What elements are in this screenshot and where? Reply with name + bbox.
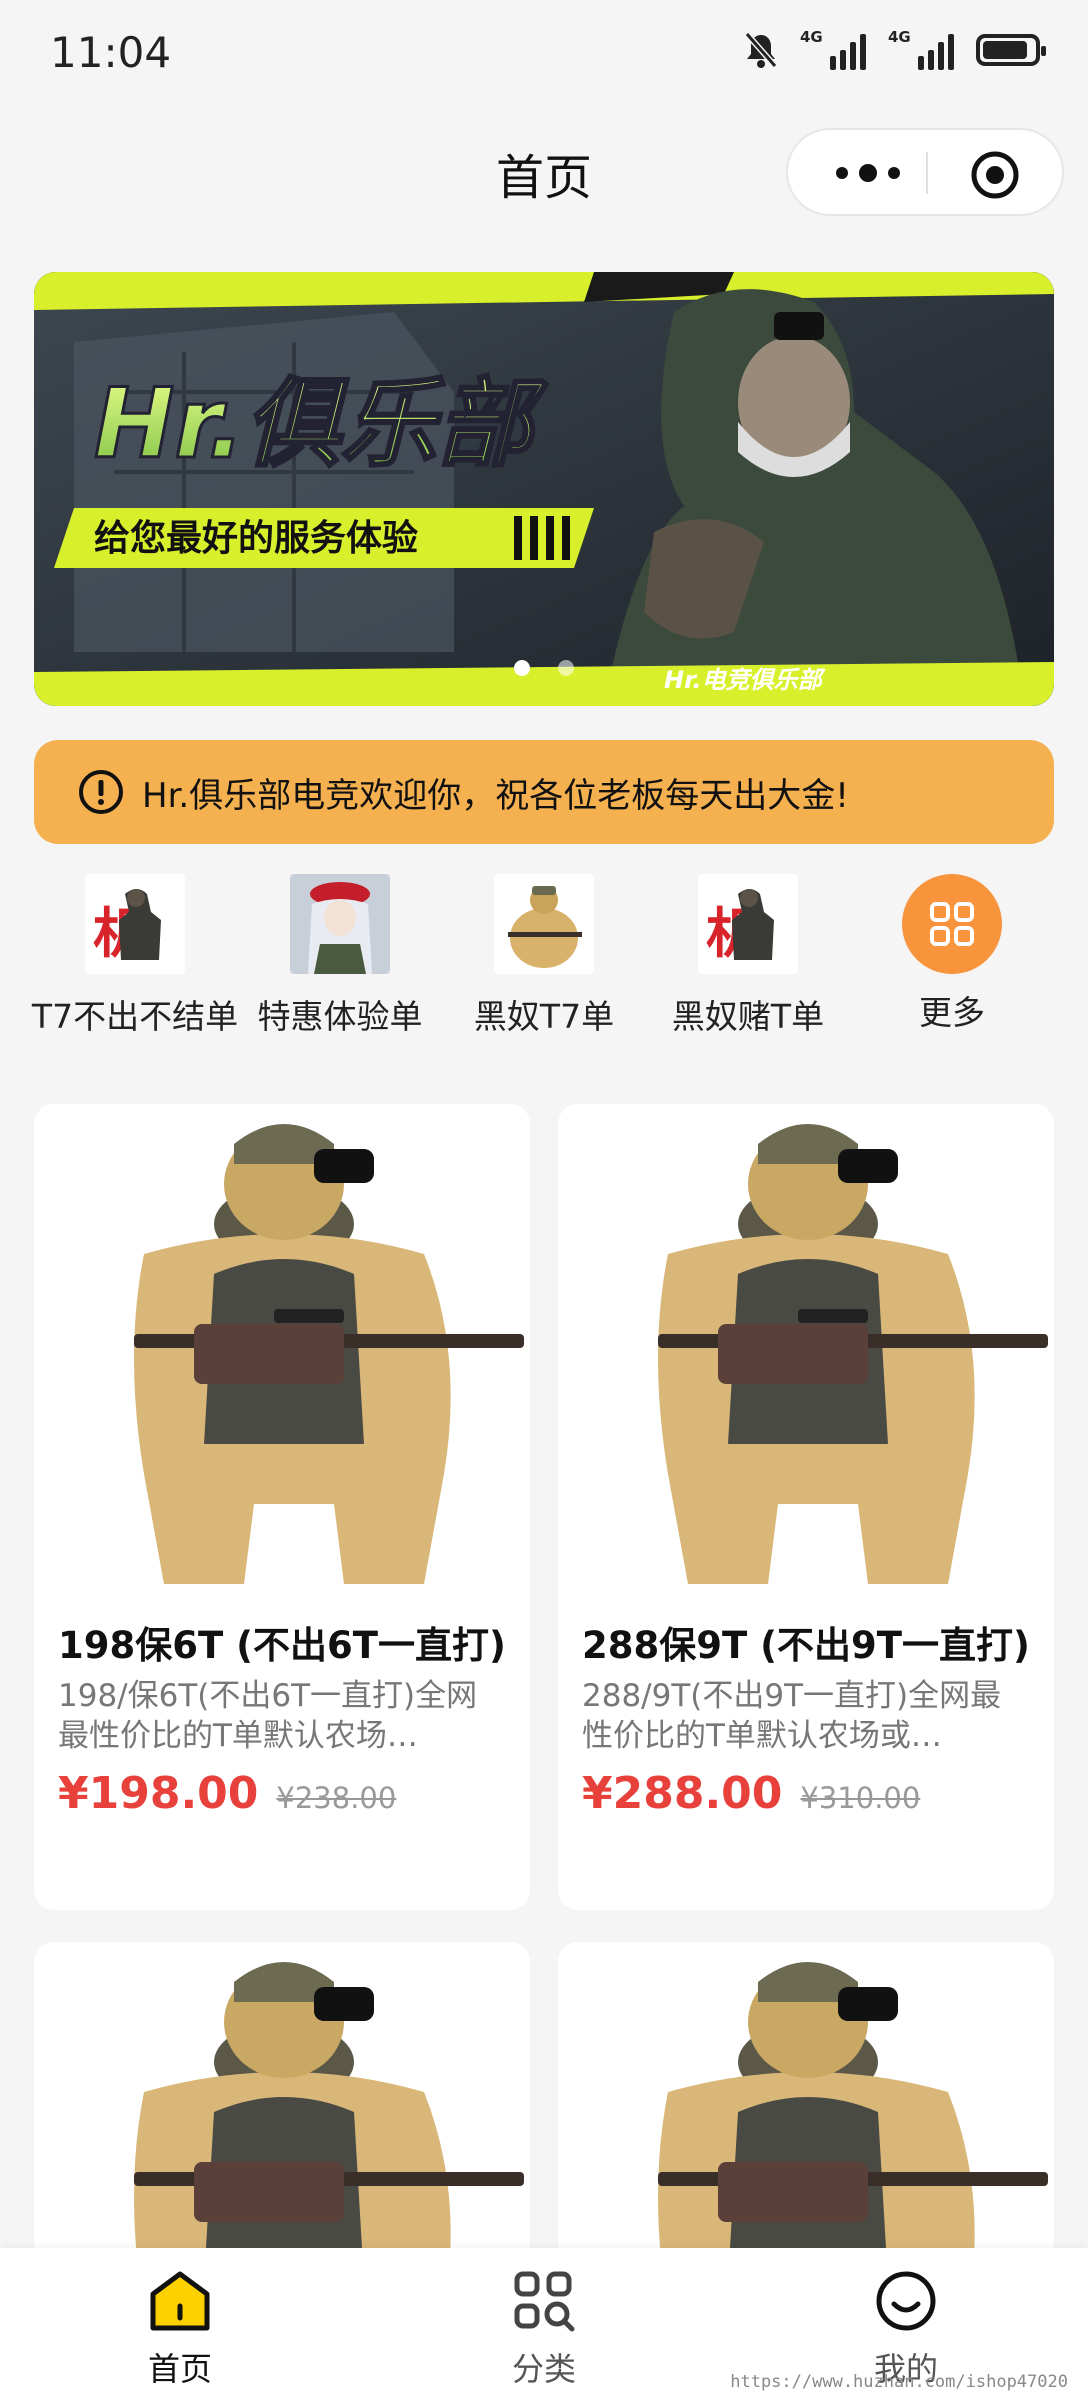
banner-footer-text: Hr.电竞俱乐部 [664, 666, 826, 694]
profile-smile-icon [876, 2271, 936, 2331]
product-card[interactable] [558, 1942, 1054, 2262]
mute-bell-icon [744, 32, 778, 68]
product-image [34, 1104, 530, 1604]
category-label: 特惠体验单 [257, 997, 423, 1036]
bottom-tab-bar: 首页 分类 我的 https://www.huzhan.com/ishop470… [0, 2248, 1088, 2400]
product-info: 198保6T (不出6T一直打) 198/保6T(不出6T一直打)全网最性价比的… [34, 1622, 530, 1819]
category-label: 更多 [919, 993, 985, 1032]
product-prices: ¥288.00 ¥310.00 [582, 1768, 1030, 1819]
product-image [558, 1942, 1054, 2262]
category-item-heinu-t7[interactable]: 黑奴T7单 [434, 874, 654, 1038]
banner-carousel[interactable]: Hr.俱乐部 给您最好的服务体验 Hr.电竞俱乐部 [34, 272, 1054, 706]
alert-icon [79, 770, 123, 814]
product-old-price: ¥310.00 [800, 1781, 921, 1815]
banner-dot-1[interactable] [514, 660, 530, 676]
product-price: ¥198.00 [58, 1768, 259, 1819]
banner-image: Hr.俱乐部 给您最好的服务体验 Hr.电竞俱乐部 [34, 272, 1054, 706]
status-icons: 4G 4G [744, 28, 1046, 70]
banner-headline: Hr.俱乐部 [94, 368, 548, 480]
product-info: 288保9T (不出9T一直打) 288/9T(不出9T一直打)全网最性价比的T… [558, 1622, 1054, 1819]
product-card[interactable]: 198保6T (不出6T一直打) 198/保6T(不出6T一直打)全网最性价比的… [34, 1104, 530, 1910]
product-title: 198保6T (不出6T一直打) [58, 1624, 506, 1667]
product-card[interactable] [34, 1942, 530, 2262]
product-desc: 288/9T(不出9T一直打)全网最性价比的T单默认农场或… [582, 1678, 1002, 1754]
banner-slogan: 给您最好的服务体验 [94, 518, 418, 559]
tab-home[interactable]: 首页 [80, 2268, 280, 2390]
soldier-thumbnail-icon: 机 [85, 874, 185, 974]
category-grid-icon [514, 2271, 575, 2332]
product-card[interactable]: 288保9T (不出9T一直打) 288/9T(不出9T一直打)全网最性价比的T… [558, 1104, 1054, 1910]
capsule-divider [926, 152, 928, 194]
banner-indicator [514, 660, 574, 676]
signal-4g-icon-2: 4G [888, 28, 954, 70]
soldier-thumbnail-icon: 机 [698, 874, 798, 974]
category-item-heinu-dut[interactable]: 机 黑奴赌T单 [638, 874, 858, 1038]
doge-soldier-thumbnail-icon [494, 874, 594, 974]
notice-text: Hr.俱乐部电竞欢迎你，祝各位老板每天出大金! [142, 775, 849, 816]
banner-dot-2[interactable] [558, 660, 574, 676]
tab-label: 分类 [511, 2350, 576, 2388]
home-icon [150, 2271, 210, 2331]
close-target-icon[interactable] [970, 150, 1020, 200]
product-image [34, 1942, 530, 2262]
watermark-text: https://www.huzhan.com/ishop47020 [730, 2372, 1068, 2392]
anime-girl-thumbnail-icon [290, 874, 390, 974]
product-price: ¥288.00 [582, 1768, 783, 1819]
product-old-price: ¥238.00 [276, 1781, 397, 1815]
tab-category[interactable]: 分类 [444, 2268, 644, 2390]
category-label: 黑奴赌T单 [671, 997, 825, 1036]
product-prices: ¥198.00 ¥238.00 [58, 1768, 506, 1819]
category-label: T7不出不结单 [31, 997, 239, 1036]
signal-4g-icon: 4G [800, 28, 866, 70]
category-shortcuts: 机 T7不出不结单 特惠体验单 黑奴T7单 机 [0, 874, 1088, 1036]
more-dots-icon[interactable] [828, 162, 908, 184]
battery-icon [976, 34, 1046, 66]
product-desc: 198/保6T(不出6T一直打)全网最性价比的T单默认农场… [58, 1678, 478, 1754]
category-item-special[interactable]: 特惠体验单 [230, 874, 450, 1038]
more-grid-icon [902, 874, 1002, 974]
category-item-more[interactable]: 更多 [842, 874, 1062, 1034]
category-label: 黑奴T7单 [473, 997, 615, 1036]
category-item-t7[interactable]: 机 T7不出不结单 [25, 874, 245, 1038]
product-title: 288保9T (不出9T一直打) [582, 1624, 1030, 1667]
product-image [558, 1104, 1054, 1604]
miniprogram-capsule [786, 128, 1064, 216]
notice-bar[interactable]: Hr.俱乐部电竞欢迎你，祝各位老板每天出大金! [34, 740, 1054, 844]
status-time: 11:04 [50, 28, 172, 77]
tab-label: 首页 [147, 2350, 212, 2388]
status-bar: 11:04 4G 4G [0, 0, 1088, 110]
